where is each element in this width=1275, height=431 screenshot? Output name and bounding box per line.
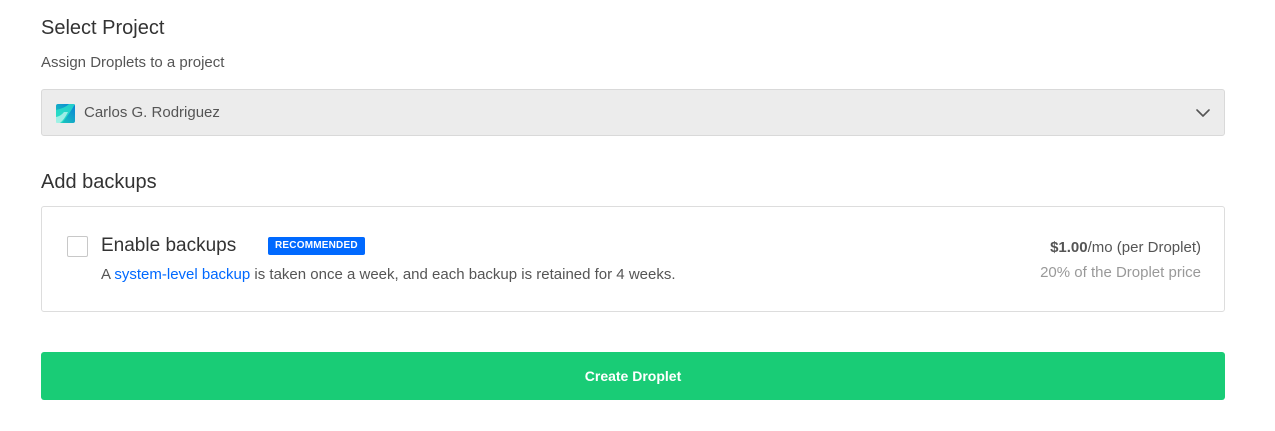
backup-option-card: Enable backups RECOMMENDED A system-leve…: [41, 206, 1225, 312]
price-unit: /mo (per Droplet): [1087, 239, 1201, 256]
recommended-badge: RECOMMENDED: [268, 237, 365, 255]
select-project-title: Select Project: [41, 17, 165, 39]
enable-backups-checkbox[interactable]: [67, 236, 88, 257]
project-select-dropdown[interactable]: Carlos G. Rodriguez: [41, 89, 1225, 136]
backup-description: A system-level backup is taken once a we…: [101, 266, 676, 284]
create-droplet-page: Select Project Assign Droplets to a proj…: [0, 0, 1275, 431]
chevron-down-icon: [1196, 106, 1210, 120]
price-note: 20% of the Droplet price: [1040, 264, 1201, 281]
backup-price: $1.00/mo (per Droplet): [1050, 239, 1201, 257]
description-prefix: A: [101, 266, 115, 283]
price-amount: $1.00: [1050, 239, 1088, 256]
select-project-subtitle: Assign Droplets to a project: [41, 54, 225, 71]
selected-project-name: Carlos G. Rodriguez: [84, 104, 220, 121]
add-backups-title: Add backups: [41, 171, 157, 193]
project-logo-icon: [56, 104, 75, 123]
enable-backups-label[interactable]: Enable backups: [101, 235, 236, 257]
create-droplet-button[interactable]: Create Droplet: [41, 352, 1225, 400]
description-suffix: is taken once a week, and each backup is…: [250, 266, 676, 283]
system-level-backup-link[interactable]: system-level backup: [114, 266, 250, 283]
